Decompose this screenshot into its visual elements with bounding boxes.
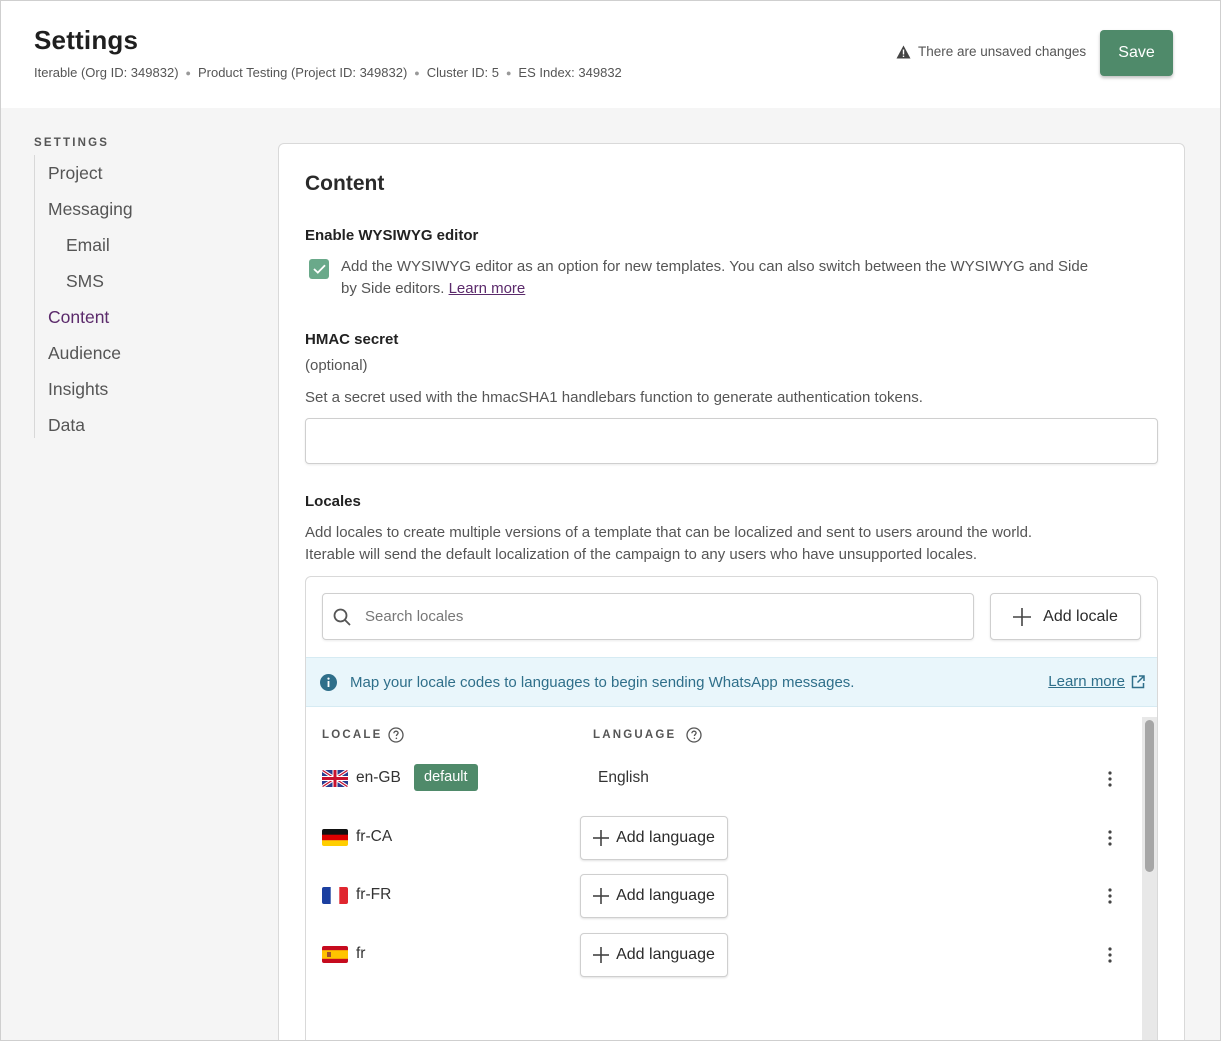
sidebar-item-messaging[interactable]: Messaging (35, 191, 234, 227)
sidebar-item-sms[interactable]: SMS (35, 263, 234, 299)
add-language-button[interactable]: Add language (580, 933, 728, 977)
plus-icon (1013, 607, 1032, 626)
more-options-icon[interactable] (1102, 769, 1118, 789)
add-locale-button[interactable]: Add locale (990, 593, 1141, 640)
breadcrumb-separator: ● (414, 67, 420, 78)
sidebar-item-audience[interactable]: Audience (35, 335, 234, 371)
breadcrumb-cluster: Cluster ID: 5 (426, 65, 499, 80)
add-language-label: Add language (616, 887, 715, 904)
sidebar-nav: Project Messaging Email SMS Content Audi… (34, 155, 234, 438)
help-icon[interactable] (388, 727, 405, 743)
more-options-icon[interactable] (1102, 945, 1118, 965)
table-row: fr-CA Add language (306, 813, 1141, 863)
more-options-icon[interactable] (1102, 886, 1118, 906)
unsaved-changes-notice: There are unsaved changes (896, 44, 1086, 59)
breadcrumb-org: Iterable (Org ID: 349832) (34, 65, 179, 80)
breadcrumb-project: Product Testing (Project ID: 349832) (197, 65, 408, 80)
sidebar-item-project[interactable]: Project (35, 155, 234, 191)
plus-icon (593, 888, 610, 904)
locale-code: fr (356, 945, 366, 962)
search-locales-input[interactable] (365, 608, 945, 625)
add-language-button[interactable]: Add language (580, 816, 728, 860)
sidebar-item-data[interactable]: Data (35, 407, 234, 443)
locales-scrollbar[interactable] (1142, 717, 1157, 1040)
wysiwyg-checkbox[interactable] (309, 259, 329, 279)
info-banner-text: Map your locale codes to languages to be… (350, 673, 855, 691)
search-locales-box[interactable] (322, 593, 974, 640)
locales-description: Add locales to create multiple versions … (305, 522, 1165, 566)
wysiwyg-description-line2: by Side editors. Learn more (341, 278, 1171, 300)
page-header: Settings Iterable (Org ID: 349832) ● Pro… (1, 1, 1220, 108)
add-language-button[interactable]: Add language (580, 874, 728, 918)
locale-code: fr-CA (356, 828, 393, 845)
banner-learn-more-label: Learn more (1048, 673, 1125, 690)
wysiwyg-description: Add the WYSIWYG editor as an option for … (341, 256, 1171, 300)
uk-flag-icon (322, 770, 348, 787)
save-button[interactable]: Save (1100, 30, 1173, 76)
wysiwyg-description-text: by Side editors. (341, 280, 445, 297)
table-row: fr-FR Add language (306, 872, 1141, 922)
locales-panel: Add locale Map your locale codes to lang… (305, 576, 1158, 1040)
checkmark-icon (312, 264, 326, 274)
plus-icon (593, 830, 610, 846)
locale-code: fr-FR (356, 886, 392, 903)
column-header-language-label: LANGUAGE (593, 729, 677, 741)
locales-description-line1: Add locales to create multiple versions … (305, 524, 1033, 541)
external-link-icon (1131, 674, 1145, 688)
unsaved-changes-text: There are unsaved changes (918, 44, 1087, 59)
scrollbar-thumb[interactable] (1145, 720, 1154, 872)
hmac-optional: (optional) (305, 357, 368, 374)
hmac-label: HMAC secret (305, 331, 399, 348)
germany-flag-icon (322, 829, 348, 846)
wysiwyg-learn-more-link[interactable]: Learn more (449, 280, 526, 297)
search-icon (333, 608, 351, 626)
plus-icon (593, 947, 610, 963)
wysiwyg-label: Enable WYSIWYG editor (305, 227, 479, 244)
sidebar-item-content[interactable]: Content (35, 299, 234, 335)
column-header-locale: LOCALE (322, 727, 405, 743)
hmac-secret-input[interactable] (305, 418, 1158, 464)
add-locale-label: Add locale (1043, 607, 1118, 625)
column-header-locale-label: LOCALE (322, 729, 383, 741)
table-row: fr Add language (306, 931, 1141, 981)
hmac-description: Set a secret used with the hmacSHA1 hand… (305, 389, 923, 406)
app-window: Settings Iterable (Org ID: 349832) ● Pro… (0, 0, 1221, 1041)
sidebar-item-email[interactable]: Email (35, 227, 234, 263)
add-language-label: Add language (616, 946, 715, 963)
sidebar-heading: SETTINGS (34, 137, 110, 149)
page-title: Settings (34, 25, 139, 55)
table-row: en-GB default English (306, 755, 1141, 805)
more-options-icon[interactable] (1102, 828, 1118, 848)
sidebar-item-insights[interactable]: Insights (35, 371, 234, 407)
spain-flag-icon (322, 946, 348, 963)
locales-label: Locales (305, 493, 361, 510)
default-badge: default (414, 764, 478, 791)
section-title: Content (305, 172, 385, 195)
france-flag-icon (322, 887, 348, 904)
breadcrumb: Iterable (Org ID: 349832) ● Product Test… (34, 65, 622, 80)
help-icon[interactable] (686, 727, 703, 743)
banner-learn-more-link[interactable]: Learn more (1048, 673, 1145, 690)
wysiwyg-description-line1: Add the WYSIWYG editor as an option for … (341, 258, 1089, 275)
breadcrumb-separator: ● (185, 67, 191, 78)
locales-description-line2: Iterable will send the default localizat… (305, 546, 978, 563)
breadcrumb-es-index: ES Index: 349832 (518, 65, 622, 80)
add-language-label: Add language (616, 829, 715, 846)
info-banner: Map your locale codes to languages to be… (306, 657, 1157, 707)
breadcrumb-separator: ● (505, 67, 512, 78)
content-settings-card: Content Enable WYSIWYG editor Add the WY… (278, 143, 1185, 1040)
warning-icon (896, 45, 911, 58)
info-icon (320, 673, 337, 691)
column-header-language: LANGUAGE (593, 727, 703, 743)
locale-code: en-GB (356, 769, 401, 786)
language-value: English (598, 769, 649, 786)
